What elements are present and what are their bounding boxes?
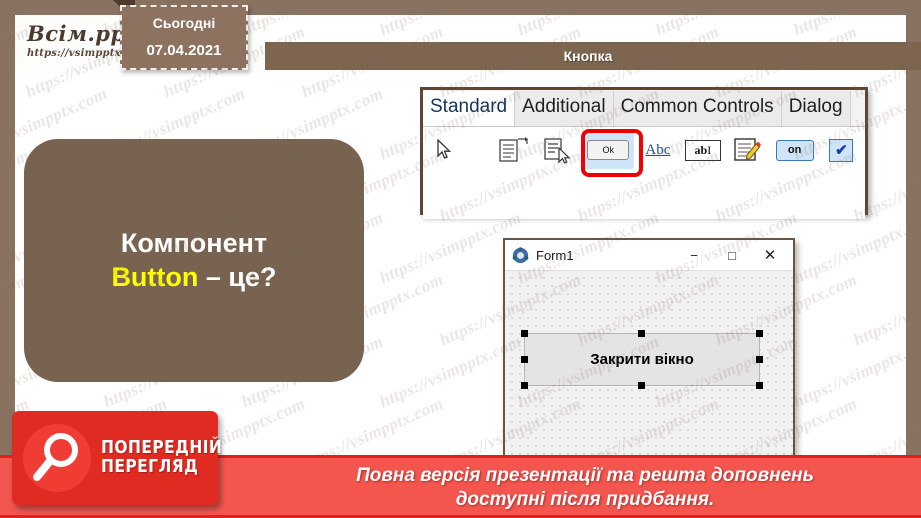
edit-icon-caret: I — [707, 142, 712, 157]
edit-icon[interactable]: ab I — [681, 133, 724, 167]
pointer-icon[interactable] — [423, 133, 466, 167]
mainmenu-icon[interactable] — [537, 133, 580, 167]
minimize-button[interactable]: − — [679, 240, 709, 270]
close-button[interactable]: ✕ — [755, 240, 785, 270]
edit-icon-text: ab — [694, 142, 708, 157]
form-design-surface[interactable]: Закрити вікно — [505, 271, 793, 468]
content-keyword-rest: – це? — [198, 261, 277, 292]
selection-grip[interactable] — [756, 356, 763, 363]
form-button[interactable]: Закрити вікно — [524, 333, 760, 386]
selection-grip[interactable] — [638, 330, 645, 337]
content-line-2: Button – це? — [111, 261, 276, 295]
purchase-banner-line-1: Повна версія презентації та решта доповн… — [356, 465, 814, 486]
content-keyword: Button — [111, 261, 199, 292]
button-icon[interactable]: Ok — [582, 131, 635, 169]
selection-grip[interactable] — [756, 330, 763, 337]
header-bar: Кнопка — [255, 42, 921, 70]
date-badge: Сьогодні 07.04.2021 — [120, 5, 248, 70]
form-button-label: Закрити вікно — [590, 351, 694, 368]
date-badge-value: 07.04.2021 — [146, 42, 222, 59]
purchase-banner-text: Повна версія презентації та решта доповн… — [255, 458, 915, 512]
tab-additional[interactable]: Additional — [515, 91, 614, 126]
content-box: Компонент Button – це? — [24, 139, 364, 382]
palette-tabs: Standard Additional Common Controls Dial… — [423, 90, 865, 127]
label-icon-text: Abc — [645, 141, 671, 158]
form-designer-window: Form1 − □ ✕ Закрити вікно — [503, 238, 795, 470]
selection-grip[interactable] — [638, 382, 645, 389]
selection-grip[interactable] — [756, 382, 763, 389]
component-palette-panel: Standard Additional Common Controls Dial… — [420, 87, 868, 219]
preview-badge: ПОПЕРЕДНІЙ ПЕРЕГЛЯД — [12, 411, 222, 505]
tab-dialog[interactable]: Dialog — [781, 91, 851, 126]
togglebox-icon[interactable]: on — [771, 133, 818, 167]
button-icon-label: Ok — [587, 140, 630, 160]
selection-grip[interactable] — [521, 330, 528, 337]
form-title: Form1 — [536, 247, 574, 263]
purchase-banner-line-2: доступні після придбання. — [455, 488, 715, 510]
tab-common-controls[interactable]: Common Controls — [613, 91, 782, 126]
magnifier-icon — [23, 424, 91, 492]
date-badge-label: Сьогодні — [152, 15, 216, 31]
preview-badge-line-2: ПЕРЕГЛЯД — [101, 456, 199, 477]
checkbox-icon-mark: ✔ — [829, 138, 854, 162]
content-line-1: Компонент — [120, 227, 268, 258]
palette-icon-row: Ok Abc ab I on ✔ — [423, 127, 865, 219]
label-icon[interactable]: Abc — [636, 133, 679, 167]
page-title: Кнопка — [563, 48, 613, 64]
togglebox-icon-label: on — [775, 139, 814, 161]
slide-frame: Кнопка Всім.pptx https://vsimpptx.com Сь… — [0, 0, 921, 518]
memo-icon[interactable] — [726, 133, 769, 167]
button-icon-background: Ok — [582, 131, 635, 169]
selection-grip[interactable] — [521, 356, 528, 363]
selection-grip[interactable] — [521, 382, 528, 389]
app-icon — [512, 246, 529, 263]
form-titlebar: Form1 − □ ✕ — [505, 240, 793, 271]
preview-badge-text: ПОПЕРЕДНІЙ ПЕРЕГЛЯД — [101, 438, 222, 477]
frames-icon[interactable] — [492, 133, 535, 167]
tab-standard[interactable]: Standard — [423, 91, 516, 126]
edit-icon-box: ab I — [684, 139, 721, 161]
checkbox-icon[interactable]: ✔ — [820, 133, 863, 167]
maximize-button[interactable]: □ — [717, 240, 747, 270]
